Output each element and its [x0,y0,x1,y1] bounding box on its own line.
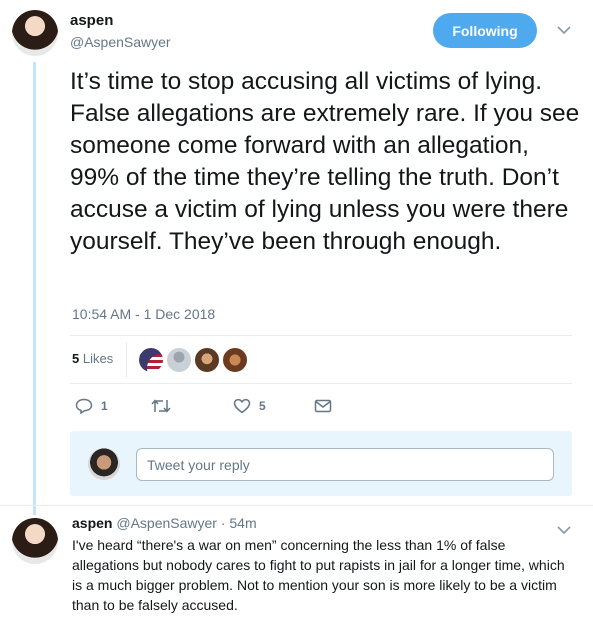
reply-time[interactable]: · 54m [221,515,257,531]
reply-text: I've heard “there's a war on men” concer… [72,537,565,613]
current-user-avatar[interactable] [88,448,120,480]
like-action[interactable]: 5 [233,398,266,414]
retweet-icon [151,399,171,413]
heart-icon [233,398,251,414]
likes-summary[interactable]: 5 Likes [72,351,113,366]
liker-avatar[interactable] [222,347,248,373]
author-avatar[interactable] [12,10,58,56]
reply-author-name[interactable]: aspen [72,515,112,531]
liker-avatar[interactable] [194,347,220,373]
reply-author-avatar[interactable] [12,518,58,564]
likes-count: 5 [72,351,80,366]
retweet-action[interactable] [150,398,180,414]
author-handle[interactable]: @AspenSawyer [70,34,171,50]
reply-author-handle[interactable]: @AspenSawyer [116,515,217,531]
mail-icon [314,399,332,413]
divider [126,342,127,378]
following-button[interactable]: Following [433,13,537,48]
liker-avatar[interactable] [166,347,192,373]
tweet-timestamp[interactable]: 10:54 AM - 1 Dec 2018 [72,306,215,322]
chevron-down-icon[interactable] [557,22,571,38]
like-count: 5 [259,399,266,413]
reply-header: aspen @AspenSawyer · 54m [72,515,257,531]
message-action[interactable] [314,398,332,414]
reply-icon [75,398,93,414]
divider [70,383,572,384]
divider [70,335,572,336]
divider [0,505,593,506]
liker-avatar[interactable] [138,347,164,373]
reply-input[interactable]: Tweet your reply [136,448,554,481]
author-name[interactable]: aspen [70,12,113,29]
reply-action[interactable]: 1 [75,398,108,414]
tweet-text: It’s time to stop accusing all victims o… [70,68,580,255]
likes-label: Likes [82,351,114,366]
thread-line [33,62,36,515]
reply-count: 1 [101,399,108,413]
